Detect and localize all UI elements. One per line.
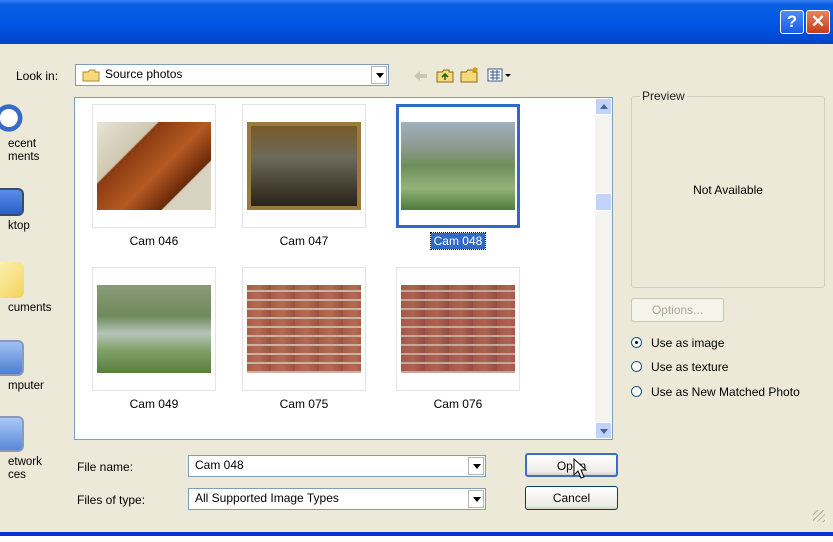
options-button[interactable]: Options... — [631, 298, 724, 322]
close-button[interactable]: ✕ — [806, 10, 830, 34]
title-bar[interactable]: ? ✕ — [0, 0, 833, 44]
radio-dot — [631, 386, 642, 397]
help-button[interactable]: ? — [780, 10, 804, 34]
help-icon: ? — [786, 12, 798, 31]
thumbnail-frame — [242, 267, 366, 391]
file-name-dropdown-arrow[interactable] — [468, 457, 484, 475]
options-button-label: Options... — [651, 303, 704, 317]
file-list[interactable]: Cam 046 Cam 047 Cam 048 Cam 049 Cam 075 … — [74, 97, 613, 440]
look-in-dropdown[interactable]: Source photos — [75, 64, 389, 86]
file-tile[interactable]: Cam 076 — [396, 267, 520, 417]
look-in-dropdown-arrow[interactable] — [371, 66, 387, 84]
radio-label: Use as texture — [651, 360, 729, 374]
radio-dot — [631, 361, 642, 372]
file-name-label: Cam 075 — [279, 397, 329, 411]
file-name-value: Cam 048 — [195, 458, 244, 472]
open-button[interactable]: Open — [525, 453, 618, 477]
look-in-value: Source photos — [105, 67, 183, 81]
look-in-label: Look in: — [16, 69, 59, 83]
file-tile[interactable]: Cam 046 — [92, 104, 216, 254]
resize-grip[interactable] — [813, 510, 825, 522]
file-name-label: Cam 047 — [279, 234, 329, 248]
thumbnail-frame — [396, 267, 520, 391]
file-name-label: Cam 046 — [129, 234, 179, 248]
place-desktop[interactable]: ktop — [0, 182, 62, 262]
file-name-label: Cam 076 — [433, 397, 483, 411]
up-folder-icon[interactable] — [436, 68, 454, 84]
folder-icon — [82, 69, 100, 82]
thumbnail-frame — [92, 104, 216, 228]
recent-documents-icon — [0, 100, 24, 136]
file-name-field[interactable]: Cam 048 — [188, 455, 486, 477]
cancel-button-label: Cancel — [552, 491, 591, 505]
thumbnail-image — [247, 122, 361, 210]
radio-label: Use as image — [651, 336, 725, 350]
places-bar: ecent ments ktop cuments mputer etwork c… — [0, 100, 62, 500]
radio-label: Use as New Matched Photo — [651, 385, 800, 399]
thumbnail-image — [401, 285, 515, 373]
files-of-type-dropdown[interactable]: All Supported Image Types — [188, 488, 486, 510]
thumbnail-image — [97, 122, 211, 210]
thumbnail-image — [247, 285, 361, 373]
file-name-label: Cam 049 — [129, 397, 179, 411]
preview-status: Not Available — [693, 183, 763, 197]
files-of-type-value: All Supported Image Types — [195, 491, 339, 505]
radio-dot — [631, 337, 642, 348]
my-computer-icon — [0, 340, 24, 376]
place-computer[interactable]: mputer — [0, 338, 62, 418]
desktop-icon — [0, 188, 24, 216]
thumbnail-frame — [242, 104, 366, 228]
file-tile[interactable]: Cam 049 — [92, 267, 216, 417]
my-documents-icon — [0, 262, 24, 298]
mouse-cursor-icon — [573, 458, 588, 479]
network-places-icon — [0, 416, 24, 452]
thumbnail-image — [97, 285, 211, 373]
close-icon: ✕ — [810, 12, 826, 31]
place-documents[interactable]: cuments — [0, 260, 62, 340]
thumbnail-frame — [92, 267, 216, 391]
open-file-dialog: ? ✕ Look in: Source photos ecent ments k… — [0, 0, 833, 536]
files-of-type-label: Files of type: — [77, 493, 146, 507]
thumbnail-frame — [396, 104, 520, 228]
place-network[interactable]: etwork ces — [0, 414, 62, 494]
files-of-type-dropdown-arrow[interactable] — [468, 490, 484, 508]
file-name-label: Cam 048 — [429, 232, 487, 250]
scroll-up-button[interactable] — [595, 98, 612, 115]
file-tile[interactable]: Cam 047 — [242, 104, 366, 254]
cancel-button[interactable]: Cancel — [525, 486, 618, 510]
views-menu-icon[interactable] — [487, 68, 513, 82]
vertical-scrollbar[interactable] — [595, 98, 612, 439]
file-tile[interactable]: Cam 075 — [242, 267, 366, 417]
scroll-thumb[interactable] — [595, 193, 612, 211]
back-icon[interactable] — [411, 69, 429, 83]
new-folder-icon[interactable] — [460, 66, 480, 84]
file-tile-selected[interactable]: Cam 048 — [396, 104, 520, 254]
scroll-down-button[interactable] — [595, 422, 612, 439]
thumbnail-image — [401, 122, 515, 210]
preview-title: Preview — [640, 89, 687, 103]
place-recent[interactable]: ecent ments — [0, 100, 62, 180]
preview-group: Preview Not Available — [631, 89, 825, 288]
file-name-label-text: File name: — [77, 460, 134, 474]
